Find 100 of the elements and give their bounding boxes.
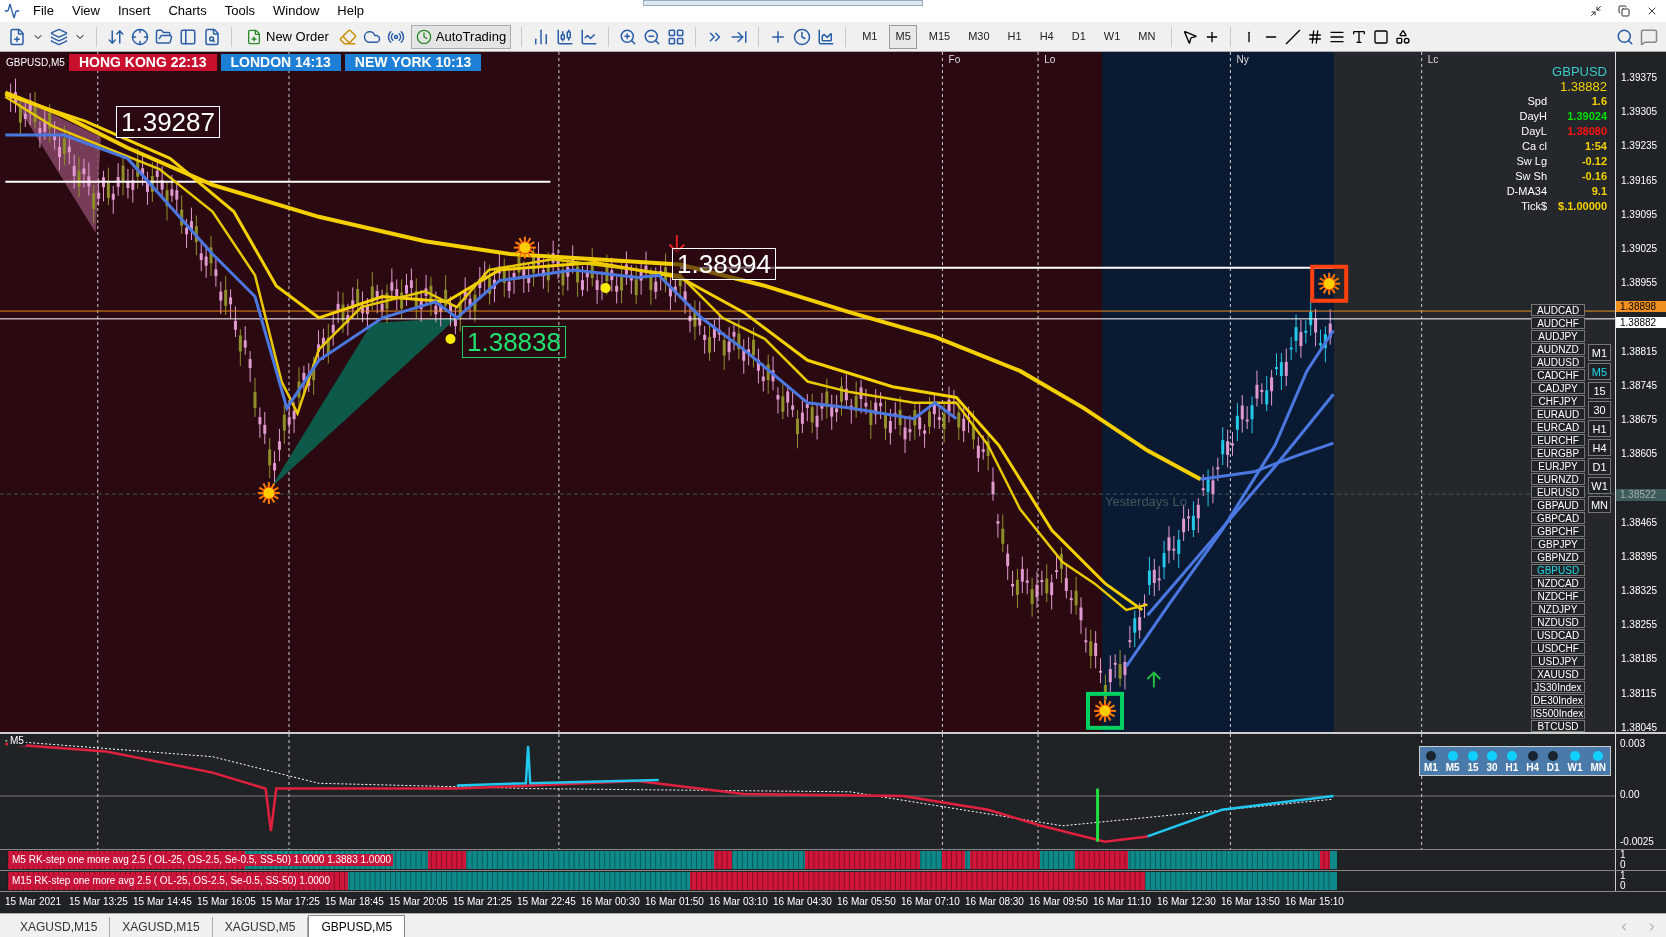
menu-item[interactable]: Insert [108, 1, 160, 21]
symbol-button[interactable]: EURUSD [1531, 486, 1585, 498]
symbol-button[interactable]: NZDUSD [1531, 616, 1585, 628]
symbol-button[interactable]: USDCHF [1531, 642, 1585, 654]
folder-icon[interactable] [155, 27, 173, 46]
symbol-button[interactable]: IS500Index [1531, 707, 1585, 719]
chart-tab[interactable]: GBPUSD,M5 [308, 915, 406, 937]
symbol-button[interactable]: EURCAD [1531, 421, 1585, 433]
info-value: 1.6 [1590, 94, 1607, 109]
chat-icon[interactable] [1640, 27, 1658, 46]
timeframe-button[interactable]: D1 [1065, 24, 1092, 49]
timeframe-button[interactable]: MN [1588, 496, 1611, 513]
symbol-button[interactable]: AUDJPY [1531, 330, 1585, 342]
symbol-button[interactable]: EURAUD [1531, 408, 1585, 420]
symbol-button[interactable]: AUDCAD [1531, 304, 1585, 316]
symbol-button[interactable]: AUDCHF [1531, 317, 1585, 329]
timeframe-button[interactable]: M30 [962, 24, 996, 49]
timeframe-button[interactable]: H1 [1001, 24, 1028, 49]
chart-tab[interactable]: XAGUSD,M15 [110, 917, 213, 937]
tile-windows-icon[interactable] [667, 27, 686, 46]
symbol-button[interactable]: EURNZD [1531, 473, 1585, 485]
new-chart-icon[interactable] [8, 27, 26, 46]
text-icon[interactable] [1351, 28, 1368, 45]
price-tick: 1.38605 [1621, 448, 1658, 461]
new-order-button[interactable]: New Order [242, 26, 333, 47]
time-tick: 16 Mar 09:50 [1029, 894, 1089, 909]
timeframe-button[interactable]: 30 [1588, 401, 1611, 418]
symbol-button[interactable]: NZDCHF [1531, 590, 1585, 602]
timeframe-button[interactable]: M5 [1588, 363, 1611, 380]
symbol-button[interactable]: GBPUSD [1531, 564, 1585, 576]
timeframe-button[interactable]: H4 [1588, 439, 1611, 456]
close-icon[interactable] [1646, 5, 1658, 17]
timeframe-label: D1 [1546, 762, 1560, 773]
timeframe-button[interactable]: H1 [1588, 420, 1611, 437]
timeframe-button[interactable]: W1 [1588, 477, 1611, 494]
timeframe-button[interactable]: H4 [1033, 24, 1060, 49]
symbol-button[interactable]: DE30Index [1531, 694, 1585, 706]
timeframe-button[interactable]: MN [1132, 24, 1162, 49]
menu-item[interactable]: View [62, 1, 109, 21]
timeframe-button[interactable]: M5 [889, 24, 917, 49]
symbol-button[interactable]: USDCAD [1531, 629, 1585, 641]
session-marker: Fo [948, 53, 961, 67]
symbol-button[interactable]: GBPJPY [1531, 538, 1585, 550]
document-search-icon[interactable] [203, 27, 221, 46]
timeframe-button[interactable]: M15 [922, 24, 957, 49]
symbol-button[interactable]: EURCHF [1531, 434, 1585, 446]
symbol-button[interactable]: EURJPY [1531, 460, 1585, 472]
zoom-in-icon[interactable] [619, 27, 638, 46]
symbol-button[interactable]: GBPCAD [1531, 512, 1585, 524]
minimize-icon[interactable] [1590, 5, 1602, 17]
time-tick: 16 Mar 13:50 [1221, 894, 1281, 909]
cursor-icon[interactable] [1182, 28, 1199, 45]
symbol-button[interactable]: NZDCAD [1531, 577, 1585, 589]
profiles-icon[interactable] [50, 27, 68, 46]
timeframe-button[interactable]: M1 [856, 24, 884, 49]
text-label-icon[interactable] [1373, 28, 1390, 45]
candlestick-icon[interactable] [556, 27, 575, 46]
chart-tab[interactable]: XAGUSD,M15 [8, 917, 111, 937]
info-label: D-MA34 [1505, 184, 1547, 199]
symbol-button[interactable]: EURGBP [1531, 447, 1585, 459]
symbol-button[interactable]: GBPCHF [1531, 525, 1585, 537]
timeframe-button[interactable]: W1 [1097, 24, 1127, 49]
symbol-button[interactable]: CHFJPY [1531, 395, 1585, 407]
symbol-button[interactable]: GBPAUD [1531, 499, 1585, 511]
menu-item[interactable]: File [24, 1, 63, 21]
trendline-icon[interactable] [1285, 28, 1302, 45]
clock-icon[interactable] [793, 27, 812, 46]
symbol-name: GBPUSD [1552, 64, 1607, 79]
menu-item[interactable]: Help [328, 1, 374, 21]
symbol-button[interactable]: XAUUSD [1531, 668, 1585, 680]
menu-item[interactable]: Charts [159, 1, 216, 21]
crosshair-icon[interactable] [131, 27, 149, 46]
symbol-button[interactable]: GBPNZD [1531, 551, 1585, 563]
symbol-button[interactable]: NZDJPY [1531, 603, 1585, 615]
symbol-button[interactable]: USDJPY [1531, 655, 1585, 667]
auto-trading-button[interactable]: AutoTrading [410, 24, 512, 49]
symbol-button[interactable]: BTCUSD [1531, 720, 1585, 732]
channel-icon[interactable] [1307, 28, 1324, 45]
session-marker: Lc [1427, 53, 1439, 67]
menu-item[interactable]: Window [264, 1, 329, 21]
symbol-button[interactable]: JS30Index [1531, 681, 1585, 693]
shapes-icon[interactable] [1395, 28, 1412, 45]
line-chart-icon[interactable] [580, 27, 599, 46]
menu-item[interactable]: Tools [215, 1, 265, 21]
symbol-button[interactable]: AUDUSD [1531, 356, 1585, 368]
timeframe-button[interactable]: 15 [1588, 382, 1611, 399]
zoom-out-icon[interactable] [643, 27, 662, 46]
sun-icon [256, 481, 281, 506]
time-tick: 16 Mar 12:30 [1157, 894, 1217, 909]
symbol-button[interactable]: CADCHF [1531, 369, 1585, 381]
timeframe-button[interactable]: D1 [1588, 458, 1611, 475]
price-tick: 1.38465 [1621, 516, 1658, 529]
timeframe-label: W1 [1567, 762, 1583, 773]
time-tick: 15 Mar 2021 [5, 894, 63, 909]
timeframe-button[interactable]: M1 [1588, 344, 1611, 361]
panel-icon[interactable] [179, 27, 197, 46]
search-icon[interactable] [1616, 27, 1634, 46]
restore-icon[interactable] [1618, 5, 1630, 17]
symbol-button[interactable]: AUDNZD [1531, 343, 1585, 355]
symbol-button[interactable]: CADJPY [1531, 382, 1585, 394]
